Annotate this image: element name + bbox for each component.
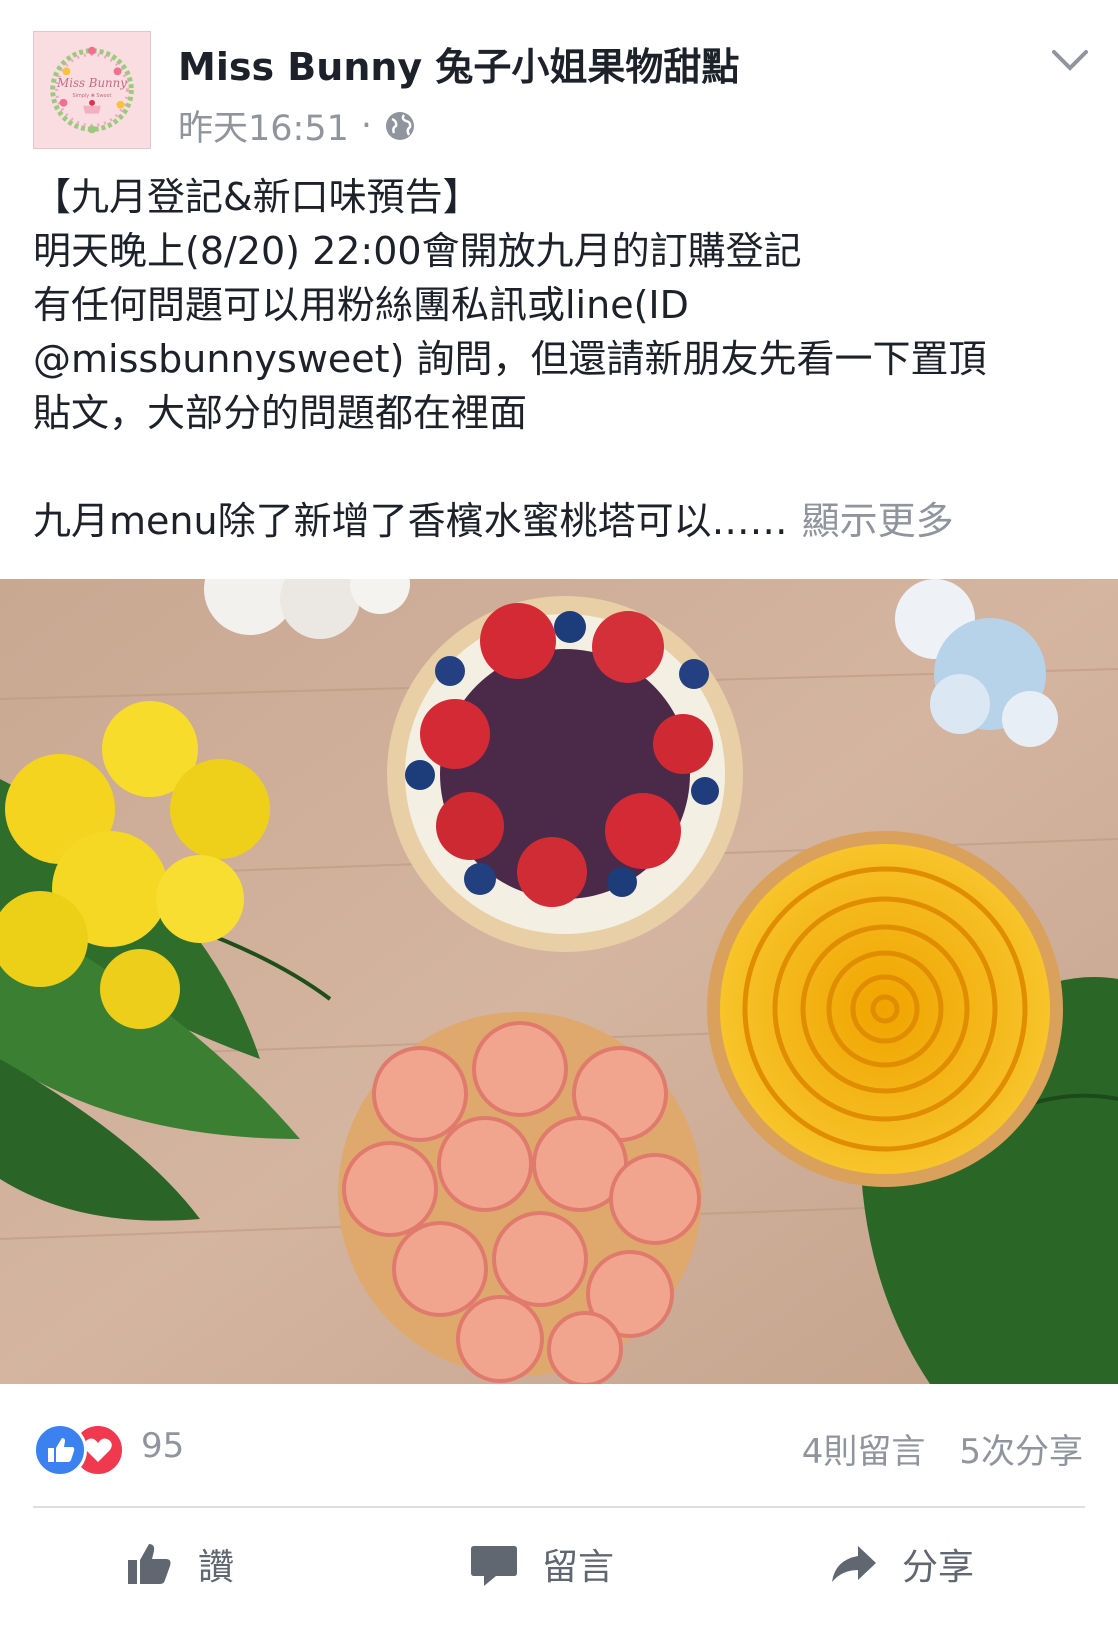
comment-bubble-icon [471, 1546, 517, 1586]
berry-tart [387, 596, 743, 952]
see-more-link[interactable]: 顯示更多 [802, 499, 954, 543]
like-reaction-icon [33, 1423, 87, 1477]
comment-label: 留言 [542, 1547, 615, 1588]
share-label: 分享 [902, 1547, 975, 1588]
svg-text:Miss Bunny: Miss Bunny [56, 76, 127, 90]
share-button[interactable]: 分享 [830, 1538, 974, 1590]
post-timestamp[interactable]: 昨天16:51 [178, 100, 349, 151]
post-line: 明天晚上(8/20) 22:00會開放九月的訂購登記 [33, 229, 802, 273]
post-line: 【九月登記&新口味預告】 [33, 175, 481, 219]
post-line: 有任何問題可以用粉絲團私訊或line(ID [33, 283, 689, 327]
mango-rose-tart [707, 831, 1063, 1187]
avatar-logo-icon: Miss Bunny Simply ❀ Sweet [50, 46, 134, 134]
reaction-count: 95 [141, 1426, 185, 1466]
action-bar: 讚 留言 分享 [0, 1530, 1118, 1610]
post-photo[interactable] [0, 579, 1118, 1384]
chevron-down-icon[interactable] [1050, 46, 1090, 74]
divider [33, 1506, 1085, 1508]
share-arrow-icon [832, 1546, 876, 1582]
page-avatar[interactable]: Miss Bunny Simply ❀ Sweet [33, 31, 151, 149]
engagement-counts: 4則留言 5次分享 [802, 1424, 1083, 1473]
truncated-text: 九月menu除了新增了香檳水蜜桃塔可以…… [33, 499, 788, 543]
like-label: 讚 [198, 1547, 235, 1588]
meta-separator: · [360, 105, 373, 146]
post-body: 【九月登記&新口味預告】 明天晚上(8/20) 22:00會開放九月的訂購登記 … [33, 170, 1093, 548]
page-name-link[interactable]: Miss Bunny 兔子小姐果物甜點 [178, 36, 739, 91]
post-meta: 昨天16:51 · [178, 100, 416, 151]
comment-button[interactable]: 留言 [470, 1538, 614, 1590]
share-count-link[interactable]: 5次分享 [959, 1432, 1083, 1472]
like-button[interactable]: 讚 [126, 1538, 234, 1590]
post-line: 貼文，大部分的問題都在裡面 [33, 391, 528, 435]
tarts-photo [0, 579, 1118, 1384]
thumbs-up-icon [128, 1544, 171, 1584]
globe-icon [386, 111, 415, 140]
reaction-summary[interactable]: 95 4則留言 5次分享 [33, 1420, 1083, 1477]
post-line: @missbunnysweet) 詢問，但還請新朋友先看一下置頂 [33, 337, 987, 381]
svg-text:Simply ❀ Sweet: Simply ❀ Sweet [73, 93, 112, 99]
post-line-truncated: 九月menu除了新增了香檳水蜜桃塔可以…… 顯示更多 [33, 494, 1093, 548]
post-header: Miss Bunny Simply ❀ Sweet Miss Bunny 兔子小… [0, 0, 1118, 160]
comment-count-link[interactable]: 4則留言 [802, 1432, 926, 1472]
